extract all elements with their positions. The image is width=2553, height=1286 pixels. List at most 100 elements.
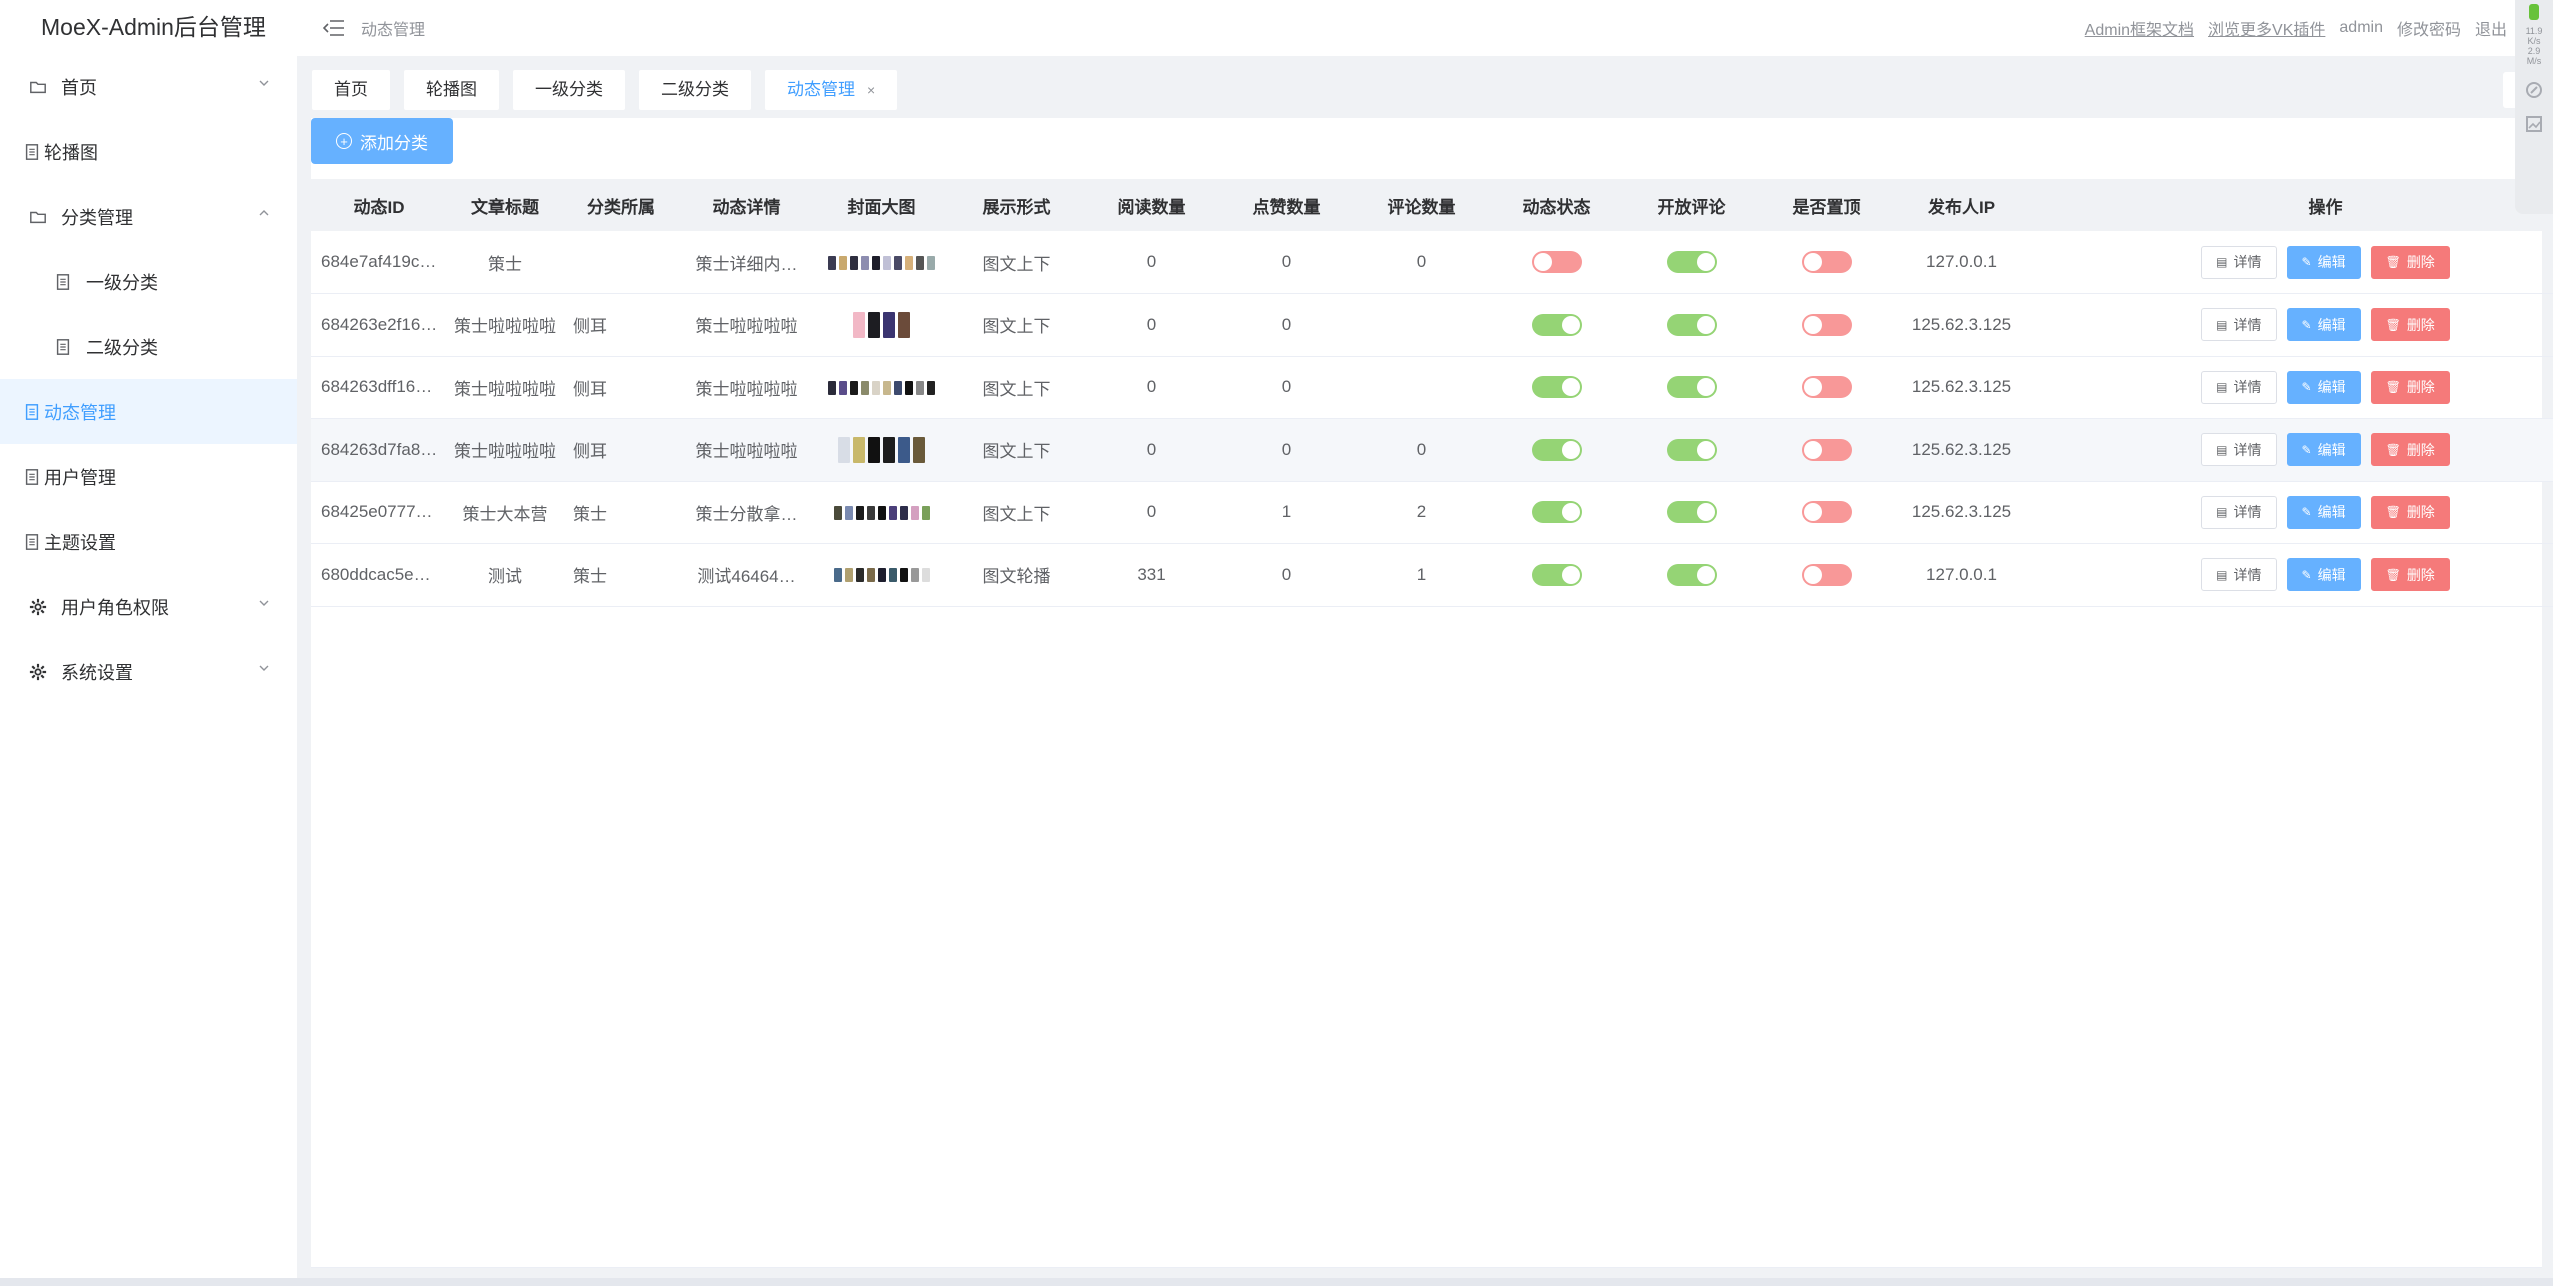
cover-thumbnail[interactable] xyxy=(850,380,858,395)
detail-button[interactable]: ▤ 详情 xyxy=(2201,433,2277,467)
cover-thumbnail[interactable] xyxy=(861,380,869,395)
delete-button[interactable]: 🗑 删除 xyxy=(2370,558,2450,592)
cover-thumbnail[interactable] xyxy=(853,436,865,463)
delete-button[interactable]: 🗑 删除 xyxy=(2370,308,2450,342)
cover-thumbnail[interactable] xyxy=(905,255,913,270)
cover-thumbnail[interactable] xyxy=(872,255,880,270)
add-category-button[interactable]: + 添加分类 xyxy=(311,118,453,164)
cover-thumbnail[interactable] xyxy=(883,380,891,395)
pinned-switch[interactable] xyxy=(1801,251,1852,273)
change-password-link[interactable]: 修改密码 xyxy=(2397,16,2461,40)
tab-home[interactable]: 首页 xyxy=(312,70,390,110)
cell-cover-images[interactable] xyxy=(814,418,949,482)
cover-thumbnail[interactable] xyxy=(868,311,880,338)
pinned-switch[interactable] xyxy=(1801,313,1852,336)
cover-thumbnail[interactable] xyxy=(844,568,853,583)
cell-cover-images[interactable] xyxy=(814,356,949,419)
sidebar-item-posts[interactable]: 动态管理 xyxy=(0,379,297,444)
post-status-switch[interactable] xyxy=(1531,376,1582,399)
cell-cover-images[interactable] xyxy=(814,293,949,357)
pinned-switch[interactable] xyxy=(1801,376,1852,399)
open-comment-switch[interactable] xyxy=(1666,376,1717,399)
post-status-switch[interactable] xyxy=(1531,438,1582,461)
edit-button[interactable]: ✎ 编辑 xyxy=(2286,370,2361,404)
open-comment-switch[interactable] xyxy=(1666,563,1717,586)
cover-thumbnail[interactable] xyxy=(927,380,935,395)
horizontal-scrollbar[interactable] xyxy=(311,1267,2542,1268)
cover-thumbnail[interactable] xyxy=(877,568,886,583)
cover-thumbnail[interactable] xyxy=(828,380,836,395)
cover-thumbnail[interactable] xyxy=(888,505,897,520)
cover-thumbnail[interactable] xyxy=(883,255,891,270)
edit-button[interactable]: ✎ 编辑 xyxy=(2286,558,2361,592)
open-comment-switch[interactable] xyxy=(1666,313,1717,336)
sidebar-item-system[interactable]: 系统设置 xyxy=(0,639,297,704)
cover-thumbnail[interactable] xyxy=(839,380,847,395)
close-icon[interactable]: × xyxy=(867,82,875,98)
sidebar-item-theme[interactable]: 主题设置 xyxy=(0,509,297,574)
cell-cover-images[interactable] xyxy=(814,231,949,294)
cover-thumbnail[interactable] xyxy=(916,255,924,270)
sidebar-item-level1-category[interactable]: 一级分类 xyxy=(0,249,297,314)
pinned-switch[interactable] xyxy=(1801,501,1852,524)
cover-thumbnail[interactable] xyxy=(833,505,842,520)
tab-banner[interactable]: 轮播图 xyxy=(404,70,499,110)
username[interactable]: admin xyxy=(2339,19,2383,37)
cover-thumbnail[interactable] xyxy=(883,436,895,463)
cover-thumbnail[interactable] xyxy=(866,568,875,583)
detail-button[interactable]: ▤ 详情 xyxy=(2201,495,2277,529)
logout-link[interactable]: 退出 xyxy=(2475,16,2507,40)
sidebar-item-category[interactable]: 分类管理 xyxy=(0,184,297,249)
detail-button[interactable]: ▤ 详情 xyxy=(2201,245,2277,279)
tab-posts[interactable]: 动态管理 × xyxy=(765,70,898,110)
table-row[interactable]: 684263e2f16… 策士啦啦啦啦 侧耳 策士啦啦啦啦 图文上下 0 0 125.62.3… xyxy=(311,293,2553,357)
table-row[interactable]: 684263d7fa8… 策士啦啦啦啦 侧耳 策士啦啦啦啦 图文上下 0 0 0 125.62.… xyxy=(311,418,2553,482)
post-status-switch[interactable] xyxy=(1531,563,1582,586)
open-comment-switch[interactable] xyxy=(1666,251,1717,273)
cover-thumbnail[interactable] xyxy=(916,380,924,395)
cover-thumbnail[interactable] xyxy=(855,505,864,520)
cover-thumbnail[interactable] xyxy=(883,311,895,338)
edit-button[interactable]: ✎ 编辑 xyxy=(2286,245,2361,279)
detail-button[interactable]: ▤ 详情 xyxy=(2201,308,2277,342)
cover-thumbnails[interactable] xyxy=(833,568,930,583)
sidebar-item-home[interactable]: 首页 xyxy=(0,54,297,119)
cover-thumbnail[interactable] xyxy=(910,568,919,583)
cover-thumbnail[interactable] xyxy=(868,436,880,463)
sidebar-item-level2-category[interactable]: 二级分类 xyxy=(0,314,297,379)
cover-thumbnail[interactable] xyxy=(855,568,864,583)
edit-button[interactable]: ✎ 编辑 xyxy=(2286,308,2361,342)
table-row[interactable]: 680ddcac5e… 测试 策士 测试46464… 图文轮播 331 0 1 127.0.0.… xyxy=(311,543,2553,607)
sidebar-item-roles[interactable]: 用户角色权限 xyxy=(0,574,297,639)
cover-thumbnails[interactable] xyxy=(833,505,930,520)
cover-thumbnail[interactable] xyxy=(853,311,865,338)
post-status-switch[interactable] xyxy=(1531,251,1582,273)
plugins-link[interactable]: 浏览更多VK插件 xyxy=(2208,16,2325,40)
post-status-switch[interactable] xyxy=(1531,313,1582,336)
pinned-switch[interactable] xyxy=(1801,563,1852,586)
cover-thumbnail[interactable] xyxy=(894,380,902,395)
delete-button[interactable]: 🗑 删除 xyxy=(2370,433,2450,467)
cover-thumbnail[interactable] xyxy=(833,568,842,583)
edit-button[interactable]: ✎ 编辑 xyxy=(2286,433,2361,467)
delete-button[interactable]: 🗑 删除 xyxy=(2370,495,2450,529)
cover-thumbnail[interactable] xyxy=(838,436,850,463)
table-row[interactable]: 684e7af419c… 策士 策士详细内… 图文上下 0 0 0 127.0.0.1 ▤ 详情 ✎… xyxy=(311,231,2553,294)
cover-thumbnail[interactable] xyxy=(844,505,853,520)
cover-thumbnails[interactable] xyxy=(828,380,935,395)
cover-thumbnail[interactable] xyxy=(913,436,925,463)
tab-level2-category[interactable]: 二级分类 xyxy=(639,70,751,110)
sidebar-item-banner[interactable]: 轮播图 xyxy=(0,119,297,184)
pinned-switch[interactable] xyxy=(1801,438,1852,461)
cover-thumbnail[interactable] xyxy=(828,255,836,270)
cover-thumbnail[interactable] xyxy=(894,255,902,270)
cover-thumbnail[interactable] xyxy=(910,505,919,520)
post-status-switch[interactable] xyxy=(1531,501,1582,524)
sidebar-item-users[interactable]: 用户管理 xyxy=(0,444,297,509)
open-comment-switch[interactable] xyxy=(1666,501,1717,524)
cover-thumbnail[interactable] xyxy=(898,311,910,338)
network-widget[interactable]: 11.9 K/s 2.9 M/s xyxy=(2515,0,2553,214)
rocket-icon[interactable] xyxy=(2524,80,2544,100)
cell-cover-images[interactable] xyxy=(814,481,949,544)
table-row[interactable]: 684263dff16… 策士啦啦啦啦 侧耳 策士啦啦啦啦 图文上下 0 0 125.62.3… xyxy=(311,356,2553,419)
